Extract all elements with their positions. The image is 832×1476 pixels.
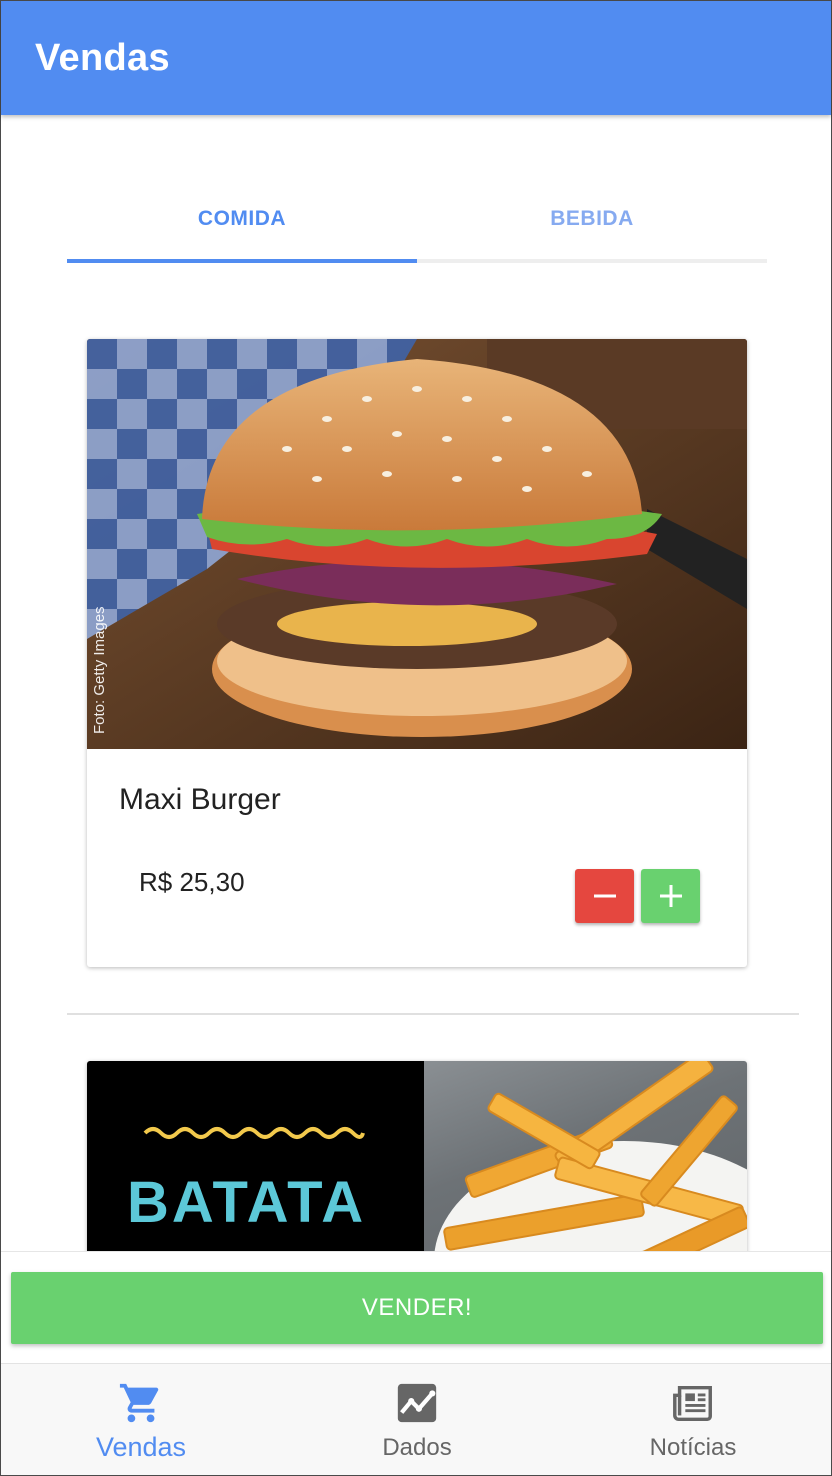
product-card: Foto: Getty Images Maxi Burger R$ 25,30 <box>87 339 747 967</box>
category-tabs: COMIDA BEBIDA <box>67 201 767 263</box>
sell-button[interactable]: VENDER! <box>11 1272 823 1344</box>
tab-bebida[interactable]: BEBIDA <box>417 201 767 263</box>
plus-icon <box>659 885 682 907</box>
increase-quantity-button[interactable] <box>641 869 700 923</box>
product-divider <box>67 1013 799 1015</box>
nav-label: Notícias <box>649 1434 737 1461</box>
cart-icon <box>118 1380 164 1431</box>
fries-brand-panel: BATATA <box>87 1061 424 1251</box>
sell-bar: VENDER! <box>1 1251 831 1363</box>
product-image: Foto: Getty Images <box>87 339 747 749</box>
chart-icon <box>394 1380 440 1431</box>
minus-icon <box>593 894 616 898</box>
fries-illustration <box>422 1061 747 1251</box>
product-card: BATATA <box>87 1061 747 1251</box>
product-price: R$ 25,30 <box>139 867 245 897</box>
bottom-navigation: Vendas Dados Notícias <box>1 1363 831 1475</box>
fries-brand-text: BATATA <box>127 1170 367 1235</box>
content-scroll-area[interactable]: COMIDA BEBIDA Foto: Getty Images Maxi Bu… <box>1 115 831 1251</box>
tab-comida[interactable]: COMIDA <box>67 201 417 263</box>
tab-indicator <box>67 259 417 263</box>
nav-item-vendas[interactable]: Vendas <box>3 1364 279 1476</box>
nav-item-noticias[interactable]: Notícias <box>555 1364 831 1476</box>
burger-illustration <box>87 339 747 749</box>
decrease-quantity-button[interactable] <box>575 869 634 923</box>
newspaper-icon <box>670 1380 716 1431</box>
product-image: BATATA <box>87 1061 747 1251</box>
fries-photo <box>422 1061 747 1251</box>
nav-item-dados[interactable]: Dados <box>279 1364 555 1476</box>
app-title: Vendas <box>35 37 170 79</box>
nav-label: Dados <box>382 1434 452 1461</box>
app-bar: Vendas <box>1 1 831 115</box>
product-name: Maxi Burger <box>119 783 281 816</box>
photo-credit: Foto: Getty Images <box>91 606 108 734</box>
nav-label: Vendas <box>95 1432 187 1462</box>
